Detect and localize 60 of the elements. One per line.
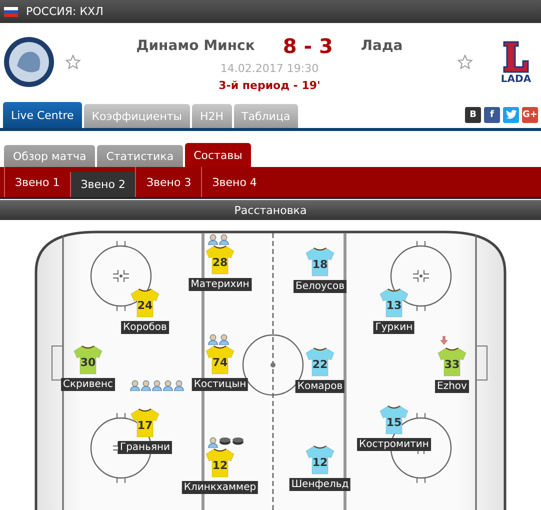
- tab[interactable]: Составы: [184, 143, 252, 167]
- favorite-star-icon[interactable]: [457, 54, 473, 70]
- jersey-number: 15: [386, 416, 402, 429]
- jersey-number: 30: [80, 356, 96, 369]
- player-name: Белоусов: [294, 280, 346, 293]
- jersey-number: 12: [312, 456, 328, 469]
- jersey-number: 13: [386, 299, 402, 312]
- player-name: Материхин: [188, 278, 252, 291]
- player-name: Комаров: [295, 380, 345, 393]
- player-name: Гуркин: [373, 321, 415, 334]
- home-team-name: Динамо Минск: [136, 38, 255, 54]
- match-score: 8 - 3: [282, 34, 333, 58]
- russia-flag-icon: [4, 6, 18, 16]
- player-name: Шенфельд: [289, 478, 351, 491]
- player-name: Клинкхаммер: [182, 481, 258, 494]
- jersey-number: 12: [212, 459, 228, 472]
- assist-icon: [219, 334, 229, 345]
- jersey-number: 28: [212, 256, 228, 269]
- assist-icon: [219, 234, 229, 245]
- assist-icon: [208, 234, 218, 245]
- assist-icon: [130, 380, 140, 391]
- team-logo-text: LADA: [500, 74, 532, 84]
- favorite-star-icon[interactable]: [65, 54, 81, 70]
- player-name: Костицын: [192, 378, 248, 391]
- twitter-share-button[interactable]: [503, 106, 519, 122]
- team-logo: [3, 36, 55, 88]
- jersey-number: 24: [137, 299, 153, 312]
- assist-icon: [152, 380, 162, 391]
- jersey-number: 18: [312, 258, 328, 271]
- player-name: Скривенс: [61, 378, 115, 391]
- assist-icon: [174, 380, 184, 391]
- player-name: Граньяни: [118, 441, 172, 454]
- league-title: РОССИЯ: КХЛ: [26, 5, 104, 18]
- assist-icon: [141, 380, 151, 391]
- assist-icon: [208, 334, 218, 345]
- match-status: 3-й период - 19': [218, 79, 320, 92]
- down-arrow-icon: [440, 336, 448, 345]
- goal-crease: [52, 346, 64, 380]
- section-header: Расстановка: [0, 200, 541, 220]
- l-letter-icon: [501, 40, 531, 74]
- jersey-number: 33: [444, 358, 460, 371]
- assist-icon: [163, 380, 173, 391]
- tab[interactable]: Live Centre: [3, 102, 82, 128]
- jersey-number: 17: [137, 419, 153, 432]
- goal-crease: [476, 346, 488, 380]
- assist-icon: [208, 437, 218, 448]
- player-name: Ezhov: [435, 380, 469, 393]
- player-name: Коробов: [121, 321, 169, 334]
- share-button[interactable]: G+: [522, 106, 538, 122]
- share-button[interactable]: f: [484, 106, 500, 122]
- line-tab[interactable]: Звено 4: [201, 167, 267, 197]
- player-name: Костромитин: [357, 438, 431, 451]
- away-team-name: Лада: [360, 38, 403, 54]
- line-tab[interactable]: Звено 2: [70, 172, 136, 197]
- share-button[interactable]: B: [465, 106, 481, 122]
- jersey-number: 74: [212, 356, 228, 369]
- jersey-number: 22: [312, 358, 328, 371]
- faceoff-circle: [90, 240, 152, 312]
- match-date: 14.02.2017 19:30: [220, 62, 319, 75]
- line-tab[interactable]: Звено 3: [135, 167, 202, 197]
